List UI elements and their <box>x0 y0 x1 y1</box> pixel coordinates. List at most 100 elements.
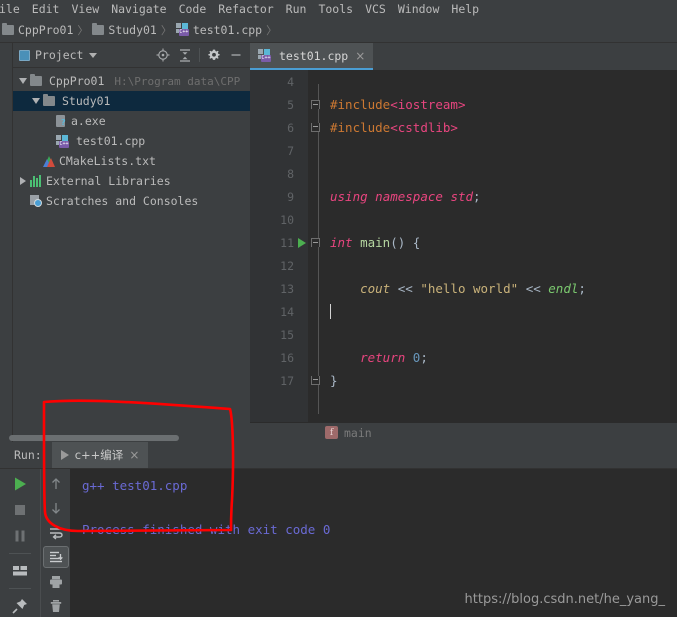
stop-icon[interactable] <box>7 499 33 521</box>
tree-item-cmakelists-txt[interactable]: CMakeLists.txt <box>13 151 250 171</box>
console-line: Process finished with exit code 0 <box>82 522 331 537</box>
editor-tab-test01-cpp[interactable]: C++ test01.cpp × <box>250 43 374 70</box>
code-fold-icon[interactable] <box>308 376 322 385</box>
expander-expand-icon[interactable] <box>16 177 30 185</box>
tree-item-a-exe[interactable]: ? a.exe <box>13 111 250 131</box>
code-fold-icon[interactable] <box>308 123 322 132</box>
line-number: 4 <box>287 74 294 89</box>
tree-item-external-libraries[interactable]: External Libraries <box>13 171 250 191</box>
line-number: 9 <box>287 189 294 204</box>
rerun-icon[interactable] <box>7 473 33 495</box>
code-text <box>330 304 331 319</box>
project-panel-title: Project <box>35 48 84 62</box>
tree-item-study01[interactable]: Study01 <box>13 91 250 111</box>
arrow-down-icon[interactable] <box>43 497 69 519</box>
menu-item-refactor[interactable]: Refactor <box>212 2 279 16</box>
breadcrumb-separator: 〉 <box>77 23 89 37</box>
code-editor[interactable]: 4 5 #include<iostream> 6 #include<cstdlib> 7 8… <box>250 70 677 442</box>
menu-bar: ile Edit View Navigate Code Refactor Run Tools V… <box>0 0 677 17</box>
breadcrumb-item-test01-cpp[interactable]: C++ test01.cpp <box>175 22 263 37</box>
folder-icon <box>92 22 105 35</box>
breadcrumb-item-study01[interactable]: Study01 <box>92 22 157 37</box>
tree-item-label: test01.cpp <box>76 134 146 148</box>
code-text: #include<iostream> <box>330 97 466 112</box>
line-number: 12 <box>280 258 294 273</box>
breadcrumb-label: test01.cpp <box>192 22 263 37</box>
collapse-all-icon[interactable] <box>175 45 195 65</box>
gear-icon[interactable] <box>204 45 224 65</box>
close-icon[interactable]: × <box>129 448 139 462</box>
pause-icon[interactable] <box>7 525 33 547</box>
tree-item-test01-cpp[interactable]: C++ test01.cpp <box>13 131 250 151</box>
breadcrumb-label: Study01 <box>108 22 157 37</box>
function-icon: f <box>325 426 338 439</box>
tree-item-label: External Libraries <box>46 174 171 188</box>
menu-item-navigate[interactable]: Navigate <box>105 2 172 16</box>
tree-item-scratches-and-consoles[interactable]: Scratches and Consoles <box>13 191 250 211</box>
code-line: 12 <box>250 254 677 277</box>
line-number: 5 <box>287 97 294 112</box>
menu-item-help[interactable]: Help <box>445 2 485 16</box>
code-line: 11 int main() { <box>250 231 677 254</box>
run-tab-label: c++编译 <box>74 448 124 462</box>
project-tree[interactable]: CppPro01 H:\Program data\CPP Study01 ? a.exe… <box>13 68 250 211</box>
tree-item-cpppro01[interactable]: CppPro01 H:\Program data\CPP <box>13 71 250 91</box>
close-icon[interactable]: × <box>355 49 365 63</box>
run-tab-cpp-compile[interactable]: c++编译 × <box>51 442 149 468</box>
play-icon <box>60 450 69 460</box>
tree-item-path: H:\Program data\CPP <box>114 74 241 88</box>
code-line: 15 <box>250 323 677 346</box>
breadcrumb-item-cpppro01[interactable]: CppPro01 <box>2 22 73 37</box>
editor-breadcrumb[interactable]: f main <box>250 422 677 442</box>
project-tool-window: Project CppPro01 H:\Program data\CPP Stu… <box>13 43 250 442</box>
scroll-to-end-icon[interactable] <box>42 545 69 569</box>
soft-wrap-icon[interactable] <box>43 522 69 544</box>
line-number: 17 <box>280 373 294 388</box>
code-line: 6 #include<cstdlib> <box>250 116 677 139</box>
run-toolbar-left <box>0 469 40 617</box>
code-line: 8 <box>250 162 677 185</box>
expander-collapse-icon[interactable] <box>16 78 30 84</box>
pin-icon[interactable] <box>7 595 33 617</box>
run-panel-header-empty <box>148 442 677 468</box>
project-tree-hscrollbar-thumb[interactable] <box>9 435 179 441</box>
menu-item-edit[interactable]: Edit <box>26 2 66 16</box>
menu-item-tools[interactable]: Tools <box>312 2 359 16</box>
code-line: 4 <box>250 70 677 93</box>
hide-icon[interactable] <box>226 45 246 65</box>
menu-item-run[interactable]: Run <box>280 2 313 16</box>
tree-item-label: Study01 <box>62 94 111 108</box>
breadcrumb-separator: 〉 <box>160 23 172 37</box>
code-line: 17} <box>250 369 677 392</box>
code-text: } <box>330 373 338 388</box>
code-line: 16 return 0; <box>250 346 677 369</box>
code-line: 10 <box>250 208 677 231</box>
arrow-up-icon[interactable] <box>43 473 69 495</box>
code-fold-icon[interactable] <box>308 100 322 109</box>
expander-collapse-icon[interactable] <box>29 98 43 104</box>
menu-item-view[interactable]: View <box>65 2 105 16</box>
editor-tab-bar: C++ test01.cpp × <box>250 43 677 70</box>
code-line: 7 <box>250 139 677 162</box>
menu-item-vcs[interactable]: VCS <box>359 2 392 16</box>
menu-item-window[interactable]: Window <box>392 2 446 16</box>
line-number: 14 <box>280 304 294 319</box>
code-text: return 0; <box>360 350 428 365</box>
run-panel-title: Run: <box>14 448 42 462</box>
line-number: 7 <box>287 143 294 158</box>
cpp-file-icon: C++ <box>258 49 271 62</box>
run-gutter-icon[interactable] <box>294 237 308 248</box>
locate-icon[interactable] <box>153 45 173 65</box>
layout-icon[interactable] <box>7 560 33 582</box>
tree-item-label: CMakeLists.txt <box>59 154 156 168</box>
chevron-down-icon[interactable] <box>89 52 98 58</box>
menu-item-code[interactable]: Code <box>173 2 213 16</box>
code-fold-icon[interactable] <box>308 238 322 247</box>
navigation-breadcrumb-bar: CppPro01 〉 Study01 〉 C++ test01.cpp 〉 <box>0 17 677 43</box>
cmake-icon <box>43 155 56 167</box>
print-icon[interactable] <box>43 570 69 592</box>
menu-item-ile[interactable]: ile <box>0 2 26 16</box>
trash-icon[interactable] <box>43 595 69 617</box>
code-line: 13 cout << "hello world" << endl; <box>250 277 677 300</box>
tree-item-label: CppPro01 <box>49 74 105 88</box>
